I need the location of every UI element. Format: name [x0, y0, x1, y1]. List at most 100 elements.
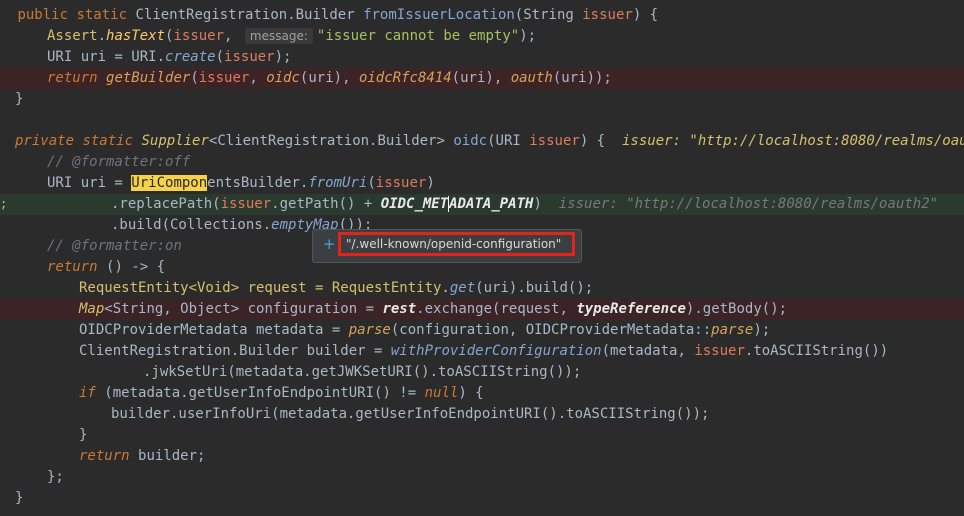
- code-line-23[interactable]: };: [0, 467, 964, 488]
- code-line-18[interactable]: .jwkSetUri(metadata.getJWKSetURI().toASC…: [0, 362, 964, 383]
- code-line-3[interactable]: URI uri = URI.create(issuer);: [0, 47, 964, 68]
- code-line-15[interactable]: Map<String, Object> configuration = rest…: [0, 299, 964, 320]
- arg: uri: [460, 70, 486, 86]
- code-text: .replacePath(: [111, 196, 221, 212]
- paren: ) {: [632, 7, 659, 23]
- punct: ));: [586, 70, 612, 86]
- code-text: builder.userInfoUri(metadata.getUserInfo…: [111, 406, 710, 422]
- code-text: .jwkSetUri(metadata.getJWKSetURI().toASC…: [143, 364, 582, 380]
- inline-value-hint: issuer: "http://localhost:8080/realms/oa…: [621, 133, 964, 149]
- code-line-9[interactable]: URI uri = UriComponentsBuilder.fromUri(i…: [0, 173, 964, 194]
- punct: );: [753, 322, 771, 338]
- punct: ) {: [458, 385, 484, 401]
- code-line-21[interactable]: }: [0, 425, 964, 446]
- arg: uri: [561, 70, 587, 86]
- constant-value-popup[interactable]: + "/.well-known/openid-configuration": [312, 229, 582, 263]
- arg: issuer: [694, 343, 745, 359]
- code-line-19[interactable]: if (metadata.getUserInfoEndpointURI() !=…: [0, 383, 964, 404]
- code-text: .exchange(request,: [416, 301, 577, 317]
- param-name: issuer: [582, 7, 633, 23]
- code-line-10[interactable]: ; .replacePath(issuer.getPath() + OIDC_ME…: [0, 194, 964, 215]
- arg: uri: [308, 70, 334, 86]
- paren: (: [514, 7, 524, 23]
- code-line-14[interactable]: RequestEntity<Void> request = RequestEnt…: [0, 278, 964, 299]
- method-call: fromUri: [308, 175, 368, 191]
- parameter-hint: message:: [244, 28, 313, 44]
- comment: // @formatter:off: [47, 154, 191, 170]
- code-line-7[interactable]: private static Supplier<ClientRegistrati…: [0, 131, 964, 152]
- type-name: Supplier: [141, 133, 209, 149]
- code-text: .build(Collections.: [111, 217, 272, 233]
- punct: );: [519, 28, 537, 44]
- constant: OIDC_MET: [380, 196, 449, 212]
- kw-return: return: [47, 70, 98, 86]
- code-line-1[interactable]: public static ClientRegistration.Builder…: [0, 5, 964, 26]
- kw-public: public: [17, 7, 69, 23]
- constant: ADATA_PATH: [449, 196, 534, 212]
- code-text: .getPath() +: [271, 196, 381, 212]
- method-call: oidc: [266, 70, 300, 86]
- code-text: (metadata.getUserInfoEndpointURI() !=: [104, 385, 425, 401]
- code-line-5[interactable]: }: [0, 89, 964, 110]
- code-text: ClientRegistration.Builder builder =: [79, 343, 391, 359]
- breakpoint-marker-icon[interactable]: ;: [0, 194, 7, 215]
- param-name: issuer: [529, 133, 580, 149]
- code-line-2[interactable]: Assert.hasText(issuer, message: "issuer c…: [0, 26, 964, 47]
- inline-value-hint: issuer: "http://localhost:8080/realms/oa…: [558, 196, 939, 212]
- code-text: entsBuilder.: [207, 175, 309, 191]
- code-editor[interactable]: public static ClientRegistration.Builder…: [0, 0, 964, 516]
- selected-text[interactable]: UriCompon: [131, 175, 208, 191]
- brace: }: [79, 427, 88, 443]
- code-text: builder;: [138, 448, 206, 464]
- code-text: (configuration, OIDCProviderMetadata::: [390, 322, 712, 338]
- type-name: ClientRegistration: [135, 7, 288, 23]
- param-type: String: [523, 7, 574, 23]
- comment: // @formatter:on: [47, 238, 182, 254]
- code-line-20[interactable]: builder.userInfoUri(metadata.getUserInfo…: [0, 404, 964, 425]
- field-ref: typeReference: [576, 301, 686, 317]
- kw-return: return: [79, 448, 130, 464]
- popup-value: "/.well-known/openid-configuration": [346, 237, 562, 251]
- kw-null: null: [424, 385, 459, 401]
- arg: issuer: [375, 175, 427, 191]
- generic: <ClientRegistration.Builder>: [208, 133, 445, 149]
- arg: issuer: [220, 196, 272, 212]
- code-line-17[interactable]: ClientRegistration.Builder builder = wit…: [0, 341, 964, 362]
- arg: issuer: [224, 49, 275, 65]
- kw-return: return: [47, 259, 98, 275]
- code-line-16[interactable]: OIDCProviderMetadata metadata = parse(co…: [0, 320, 964, 341]
- code-text: (uri).build();: [475, 280, 594, 296]
- code-text: URI uri = URI.: [47, 49, 166, 65]
- code-line-4[interactable]: return getBuilder(issuer, oidc(uri), oid…: [0, 68, 964, 89]
- punct: ): [533, 196, 542, 212]
- method-call: withProviderConfiguration: [390, 343, 602, 359]
- method-name: oidc: [453, 133, 488, 149]
- param-type: URI: [495, 133, 521, 149]
- arg: issuer: [198, 70, 250, 86]
- brace: }: [15, 490, 24, 506]
- method-name: fromIssuerLocation: [363, 7, 515, 23]
- code-line-24[interactable]: }: [0, 488, 964, 509]
- kw-if: if: [79, 385, 96, 401]
- method-call: oidcRfc8414: [358, 70, 452, 86]
- class-ref: Assert: [47, 28, 98, 44]
- type-name: Map: [79, 301, 105, 317]
- method-call: create: [165, 49, 216, 65]
- code-line-8[interactable]: // @formatter:off: [0, 152, 964, 173]
- code-text: () -> {: [106, 259, 166, 275]
- field-ref: rest: [382, 301, 417, 317]
- method-ref: parse: [711, 322, 754, 338]
- punct: ) {: [579, 133, 606, 149]
- method-call: hasText: [106, 28, 166, 44]
- code-line-22[interactable]: return builder;: [0, 446, 964, 467]
- code-text: URI uri =: [47, 175, 132, 191]
- kw-private: private: [15, 133, 75, 149]
- method-call: parse: [348, 322, 391, 338]
- code-text: OIDCProviderMetadata metadata =: [79, 322, 349, 338]
- brace: }: [15, 91, 24, 107]
- type-name: Builder: [295, 7, 355, 23]
- arg: issuer: [173, 28, 225, 44]
- code-text: <String, Object> configuration =: [104, 301, 383, 317]
- expand-icon[interactable]: +: [323, 235, 336, 253]
- code-text: RequestEntity<Void> request = RequestEnt…: [79, 280, 450, 296]
